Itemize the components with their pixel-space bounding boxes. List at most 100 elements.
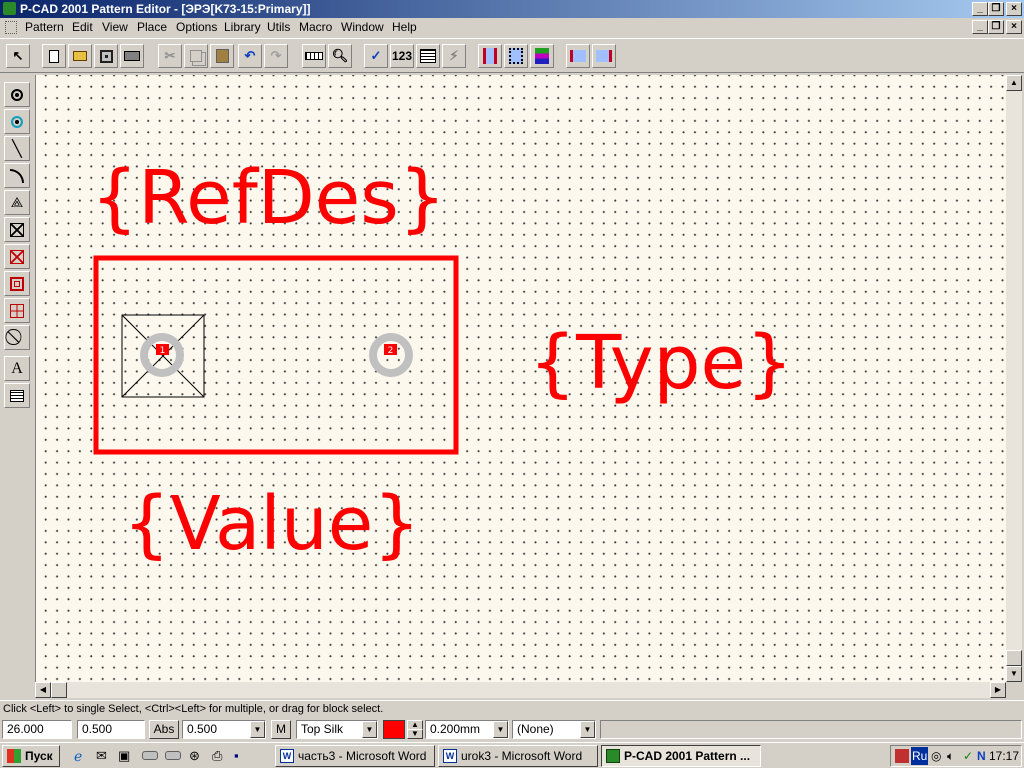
m-button[interactable]: M [271,720,291,739]
language-indicator[interactable]: Ru [911,747,929,765]
new-button[interactable] [42,44,66,68]
tray-icon-a[interactable]: ◎ [931,746,941,766]
place-pad-button[interactable] [4,82,30,107]
design-canvas[interactable]: {RefDes} {Type} {Value} 1 2 [35,75,1006,682]
place-plane-button[interactable] [4,298,30,323]
vertical-scrollbar[interactable]: ▲ ▼ [1006,75,1022,682]
scroll-right-button[interactable]: ▶ [990,682,1006,698]
linestyle-select[interactable]: (None) ▼ [512,720,596,739]
menu-edit[interactable]: Edit [72,18,93,37]
scroll-down-button[interactable]: ▼ [1006,666,1022,682]
pad-1[interactable]: 1 [121,314,205,398]
menu-place[interactable]: Place [137,18,167,37]
scroll-thumb-vertical[interactable] [1006,650,1022,666]
drive-b-icon[interactable] [165,751,181,760]
copy-button[interactable] [184,44,208,68]
network-icon[interactable]: ⊛ [189,748,200,764]
check-button[interactable]: ✓ [364,44,388,68]
printer-tray-icon[interactable]: ⎙ [212,748,222,764]
menu-utils[interactable]: Utils [267,18,290,37]
menu-view[interactable]: View [102,18,128,37]
outlook-icon[interactable]: ✉ [96,748,107,764]
mirror-d-button[interactable] [566,44,590,68]
place-cutout-button[interactable] [4,244,30,269]
scroll-left-button[interactable]: ◀ [35,682,51,698]
mirror-e-button[interactable] [592,44,616,68]
place-copper-pour-button[interactable] [4,217,30,242]
menu-macro[interactable]: Macro [299,18,332,37]
open-button[interactable] [68,44,92,68]
start-button[interactable]: Пуск [2,745,60,767]
linestyle-dropdown-arrow[interactable]: ▼ [580,721,595,738]
tray-icon-b[interactable]: ✓ [963,746,973,766]
menu-library[interactable]: Library [224,18,261,37]
layer-color-swatch[interactable] [383,720,405,739]
title-bar[interactable]: P-CAD 2001 Pattern Editor - [ЭРЭ[K73-15:… [0,0,1024,18]
volume-icon[interactable]: 🔈︎ [947,746,954,766]
place-text-button[interactable]: A [4,356,30,381]
width-spinner[interactable]: ▲ ▼ [407,720,423,739]
layer-select[interactable]: Top Silk ▼ [296,720,378,739]
doc-icon[interactable] [5,21,17,34]
desktop-icon[interactable]: ▣ [118,748,130,764]
menu-pattern[interactable]: Pattern [25,18,64,37]
doc-minimize-button[interactable]: _ [972,20,988,34]
task-pcad-active[interactable]: P-CAD 2001 Pattern ... [601,745,761,767]
mirror-a-button[interactable] [478,44,502,68]
place-via-button[interactable] [4,109,30,134]
grid-value: 0.500 [187,722,218,736]
flash-button[interactable]: ⚡︎ [442,44,466,68]
body-outline[interactable] [93,255,459,455]
renumber-button[interactable]: 123 [390,44,414,68]
grid-dropdown-arrow[interactable]: ▼ [250,721,265,738]
select-tool-button[interactable]: ↖ [6,44,30,68]
line-width-select[interactable]: 0.200mm ▼ [425,720,509,739]
refdes-attribute[interactable]: {RefDes} [91,155,446,241]
place-polygon-button[interactable]: ⟁ [4,190,30,215]
type-attribute[interactable]: {Type} [529,320,793,406]
menu-help[interactable]: Help [392,18,417,37]
value-attribute[interactable]: {Value} [123,481,420,567]
spin-down-button[interactable]: ▼ [407,729,423,739]
close-button[interactable]: × [1006,2,1022,16]
cut-button[interactable]: ✂ [158,44,182,68]
mirror-b-button[interactable] [504,44,528,68]
place-keepout-button[interactable] [4,271,30,296]
tray-app-icon[interactable] [895,749,909,763]
line-width-dropdown-arrow[interactable]: ▼ [493,721,508,738]
menu-options[interactable]: Options [176,18,217,37]
place-arc-button[interactable] [4,163,30,188]
place-line-button[interactable]: ╲ [4,136,30,161]
delete-button[interactable]: ⃠ [4,325,30,350]
floppy-icon[interactable]: ▪ [234,748,239,763]
undo-button[interactable]: ↶ [238,44,262,68]
doc-close-button[interactable]: × [1006,20,1022,34]
drive-a-icon[interactable] [142,751,158,760]
minimize-button[interactable]: _ [972,2,988,16]
properties-button[interactable] [416,44,440,68]
abs-button[interactable]: Abs [149,720,179,739]
layer-dropdown-arrow[interactable]: ▼ [362,721,377,738]
doc-restore-button[interactable]: ❐ [988,20,1004,34]
place-attribute-button[interactable] [4,383,30,408]
ie-icon[interactable]: ℯ [74,748,82,765]
pad-2[interactable]: 2 [369,333,413,377]
redo-button[interactable]: ↷ [264,44,288,68]
scroll-thumb-horizontal[interactable] [51,682,67,698]
y-coordinate-field[interactable]: 0.500 [77,720,145,739]
x-coordinate-field[interactable]: 26.000 [2,720,72,739]
print-button[interactable] [120,44,144,68]
restore-button[interactable]: ❐ [988,2,1004,16]
paste-button[interactable] [210,44,234,68]
tray-icon-c[interactable]: N [977,746,986,766]
zoom-button[interactable]: 🔍︎ [328,44,352,68]
task-word-chast3[interactable]: Wчасть3 - Microsoft Word [275,745,435,767]
grid-select[interactable]: 0.500 ▼ [182,720,266,739]
mirror-c-button[interactable] [530,44,554,68]
save-button[interactable] [94,44,118,68]
measure-button[interactable] [302,44,326,68]
scroll-up-button[interactable]: ▲ [1006,75,1022,91]
horizontal-scrollbar[interactable]: ◀ ▶ [35,682,1006,698]
task-word-urok3[interactable]: Wurok3 - Microsoft Word [438,745,598,767]
menu-window[interactable]: Window [341,18,384,37]
